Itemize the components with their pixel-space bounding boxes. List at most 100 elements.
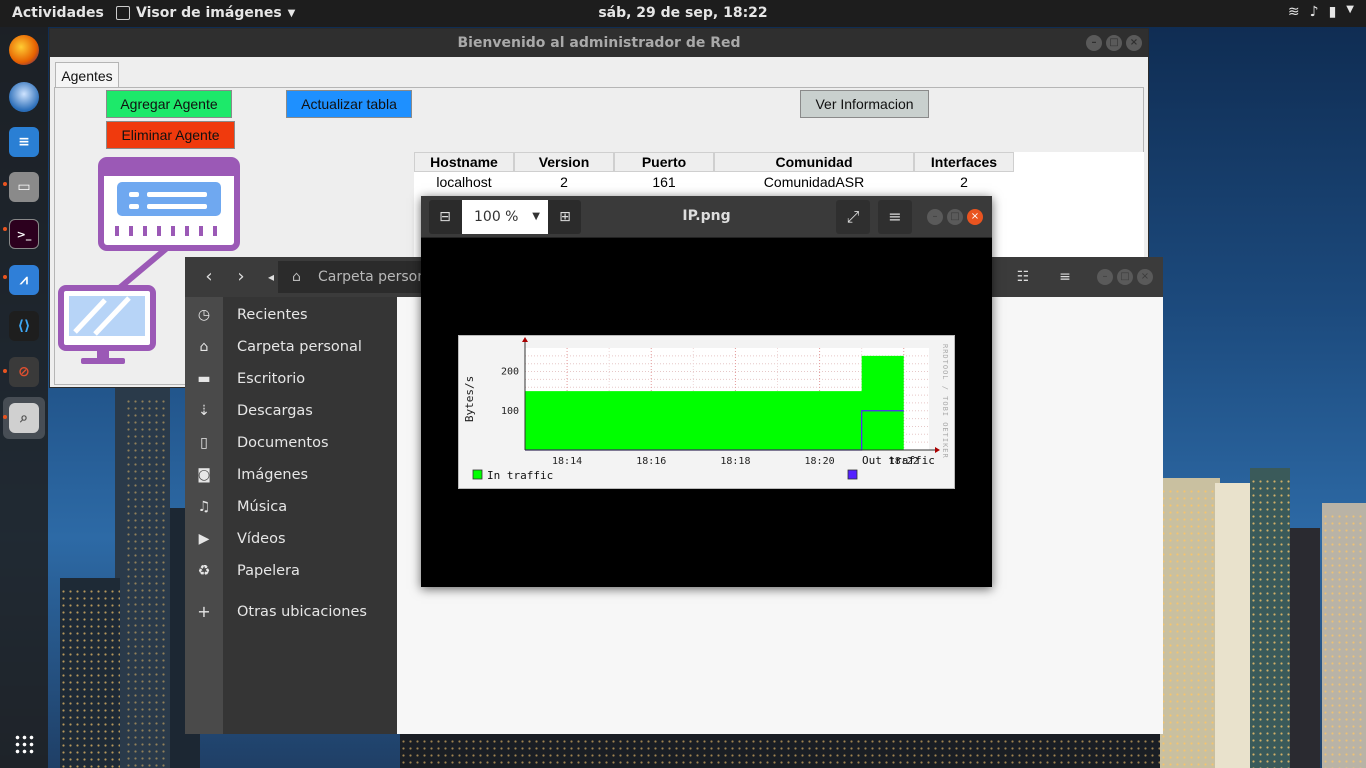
column-header[interactable]: Hostname [414,152,514,172]
sidebar-item-label: Descargas [237,403,313,419]
fullscreen-icon[interactable]: ⤢ [836,200,870,234]
add-agent-button[interactable]: Agregar Agente [106,90,232,118]
close-icon[interactable]: × [967,209,983,225]
viewer-headerbar[interactable]: ⊟ 100 % ▼ ⊞ IP.png ⤢ ≡ – □ × [421,196,992,238]
sidebar-item-escritorio[interactable]: ▬ Escritorio [185,364,397,396]
sidebar-item-papelera[interactable]: ♻ Papelera [185,556,397,588]
menu-icon[interactable]: ≡ [1049,261,1081,293]
zoom-level-value: 100 % [474,209,519,225]
window-title: Bienvenido al administrador de Red [457,35,741,51]
column-header[interactable]: Puerto [614,152,714,172]
zoom-level[interactable]: 100 % ▼ [462,200,548,234]
show-applications-icon[interactable] [14,734,34,754]
system-tray[interactable]: ≋ ♪ ▮ ▼ [1288,4,1354,20]
view-list-icon[interactable]: ☷ [1007,261,1039,293]
cell-version: 2 [560,174,568,190]
vscode-icon[interactable]: ⟨⟩ [9,311,39,341]
dock: ≡ ▭ >_ ⩘ ⟨⟩ ⊘ ⌕ [0,27,48,768]
close-icon[interactable]: × [1137,269,1153,285]
image-viewer-window: ⊟ 100 % ▼ ⊞ IP.png ⤢ ≡ – □ × 100 200 18:14… [421,196,992,587]
x-tick-label: 18:20 [805,456,835,467]
app-menu[interactable]: Visor de imágenes ▼ [116,5,295,21]
cell-hostname: localhost [436,174,492,190]
image-viewer-icon[interactable]: ⌕ [9,403,39,433]
image-viewer-icon [116,6,130,20]
sidebar-item-label: Imágenes [237,467,309,483]
minimize-icon[interactable]: – [927,209,943,225]
plus-icon: + [197,602,211,621]
maximize-icon[interactable]: □ [1117,269,1133,285]
zoom-in-icon[interactable]: ⊞ [549,200,581,234]
zoom-control: ⊟ 100 % ▼ ⊞ [429,200,581,234]
legend-label-in-traffic: In traffic [487,469,553,482]
home-icon: ⌂ [199,339,209,355]
view-info-button[interactable]: Ver Informacion [800,90,929,118]
sidebar-item-musica[interactable]: ♫ Música [185,492,397,524]
sidebar-item-otras-ubicaciones[interactable]: + Otras ubicaciones [185,597,397,629]
cell-port: 161 [652,174,676,190]
sidebar-item-descargas[interactable]: ⇣ Descargas [185,396,397,428]
sidebar-item-videos[interactable]: ▶ Vídeos [185,524,397,556]
sidebar-item-imagenes[interactable]: ◙ Imágenes [185,460,397,492]
traffic-chart: 10020018:14 18:16 18:18 18:20 18:22Bytes/s RR… [463,337,949,482]
thunderbird-icon[interactable] [9,82,39,112]
camera-icon: ◙ [197,467,211,483]
x-tick-label: 18:14 [552,456,582,467]
sidebar-item-label: Documentos [237,435,329,451]
y-axis-arrow [522,337,528,342]
sidebar-item-label: Vídeos [237,531,286,547]
maximize-icon[interactable]: □ [1106,35,1122,51]
sidebar-item-label: Recientes [237,307,308,323]
chevron-down-icon: ▼ [532,211,540,222]
sidebar-item-recientes[interactable]: ◷ Recientes [185,300,397,332]
firefox-icon[interactable] [9,35,39,65]
legend-label-out-traffic: Out traffic [862,454,935,467]
top-bar: Actividades Visor de imágenes ▼ sáb, 29 … [0,0,1366,27]
column-header[interactable]: Comunidad [714,152,914,172]
minimize-icon[interactable]: – [1097,269,1113,285]
sidebar-item-label: Música [237,499,288,515]
terminal-icon[interactable]: >_ [9,219,39,249]
x-tick-label: 18:16 [636,456,666,467]
activities-button[interactable]: Actividades [12,5,104,21]
app-menu-label: Visor de imágenes [136,5,282,21]
legend-swatch-out-traffic [847,469,858,480]
window-titlebar[interactable]: Bienvenido al administrador de Red – □ × [50,29,1148,57]
chevron-down-icon: ▼ [1346,4,1354,15]
sidebar-item-label: Carpeta personal [237,339,362,355]
refresh-table-button[interactable]: Actualizar tabla [286,90,412,118]
home-icon: ⌂ [292,269,301,285]
sidebar-item-carpeta-personal[interactable]: ⌂ Carpeta personal [185,332,397,364]
table-header-row: Hostname Version Puerto Comunidad Interf… [414,152,1144,172]
forward-icon[interactable]: › [225,261,257,293]
remove-agent-button[interactable]: Eliminar Agente [106,121,235,149]
folder-icon: ▬ [197,371,211,387]
back-icon[interactable]: ‹ [193,261,225,293]
system-monitor-icon[interactable]: ⩘ [9,265,39,295]
column-header[interactable]: Interfaces [914,152,1014,172]
y-tick-label: 200 [501,367,519,378]
sidebar-item-label: Otras ubicaciones [237,604,367,620]
menu-icon[interactable]: ≡ [878,200,912,234]
trash-icon: ♻ [197,563,211,579]
y-tick-label: 100 [501,406,519,417]
zoom-out-icon[interactable]: ⊟ [429,200,461,234]
legend-swatch-in-traffic [472,469,483,480]
tab-agentes[interactable]: Agentes [55,62,119,88]
column-header[interactable]: Version [514,152,614,172]
chevron-down-icon: ▼ [287,7,296,19]
writer-icon[interactable]: ≡ [9,127,39,157]
java-app-icon[interactable]: ⊘ [9,357,39,387]
x-tick-label: 18:18 [720,456,750,467]
chart-watermark: RRDTOOL / TOBI OETIKER [941,344,949,459]
path-left-icon[interactable]: ◂ [263,261,279,293]
wifi-icon: ≋ [1287,4,1300,20]
video-icon: ▶ [198,531,210,547]
maximize-icon[interactable]: □ [947,209,963,225]
sidebar-item-documentos[interactable]: ▯ Documentos [185,428,397,460]
minimize-icon[interactable]: – [1086,35,1102,51]
table-row[interactable]: localhost 2 161 ComunidadASR 2 [414,172,1144,192]
close-icon[interactable]: × [1126,35,1142,51]
music-icon: ♫ [197,499,211,515]
files-icon[interactable]: ▭ [9,172,39,202]
